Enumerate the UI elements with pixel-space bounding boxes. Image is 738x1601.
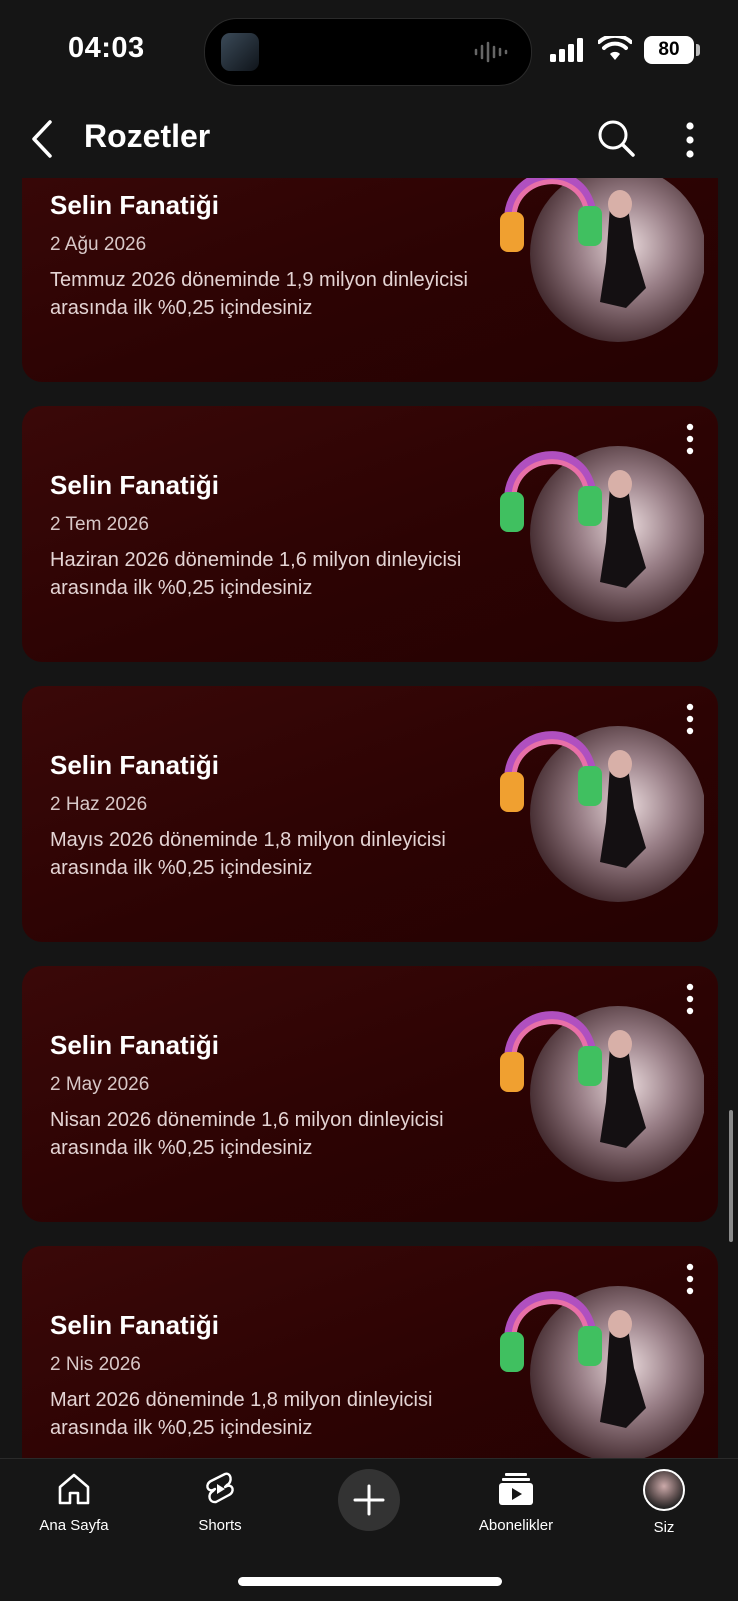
- headphones-badge-icon: [500, 178, 704, 342]
- live-activity-app-icon: [221, 33, 259, 71]
- headphones-badge-icon: [500, 446, 704, 622]
- badge-card[interactable]: Selin Fanatiği 2 Tem 2026 Haziran 2026 d…: [22, 406, 718, 662]
- badge-date: 2 Haz 2026: [50, 794, 148, 815]
- wifi-icon: [598, 36, 632, 60]
- badge-card[interactable]: Selin Fanatiği 2 Ağu 2026 Temmuz 2026 dö…: [22, 178, 718, 382]
- badge-title: Selin Fanatiği: [50, 750, 220, 780]
- nav-you[interactable]: Siz: [604, 1469, 724, 1549]
- headphones-badge-icon: [500, 726, 704, 902]
- home-icon: [58, 1473, 90, 1505]
- badge-description: Nisan 2026 döneminde 1,6 milyon dinleyic…: [50, 1109, 444, 1159]
- nav-shorts[interactable]: Shorts: [160, 1469, 280, 1549]
- badge-date: 2 Tem 2026: [50, 514, 149, 535]
- nav-subscriptions-label: Abonelikler: [478, 1517, 554, 1534]
- nav-subscriptions[interactable]: Abonelikler: [456, 1469, 576, 1549]
- badge-card[interactable]: Selin Fanatiği 2 Haz 2026 Mayıs 2026 dön…: [22, 686, 718, 942]
- badge-description: Mayıs 2026 döneminde 1,8 milyon dinleyic…: [50, 829, 446, 879]
- home-indicator: [238, 1577, 502, 1586]
- nav-home[interactable]: Ana Sayfa: [14, 1469, 134, 1549]
- bottom-navigation: Ana Sayfa Shorts Abonelikler Siz: [0, 1458, 738, 1601]
- search-icon[interactable]: [596, 118, 636, 158]
- status-bar: 04:03 80: [0, 0, 738, 100]
- status-time: 04:03: [68, 32, 145, 64]
- create-button[interactable]: [338, 1469, 400, 1531]
- badge-title: Selin Fanatiği: [50, 190, 220, 220]
- page-title: Rozetler: [84, 118, 211, 154]
- nav-you-label: Siz: [653, 1519, 675, 1536]
- badge-list: Selin Fanatiği 2 Ağu 2026 Temmuz 2026 dö…: [0, 178, 738, 1458]
- plus-icon: [353, 1484, 385, 1516]
- badge-description: Mart 2026 döneminde 1,8 milyon dinleyici…: [50, 1389, 433, 1439]
- battery-tip: [696, 44, 700, 56]
- avatar: [643, 1469, 685, 1511]
- chevron-left-icon[interactable]: [24, 118, 64, 160]
- nav-shorts-label: Shorts: [198, 1517, 242, 1534]
- top-app-bar: Rozetler: [0, 100, 738, 178]
- scrollbar[interactable]: [729, 1110, 733, 1242]
- headphones-badge-icon: [500, 1286, 704, 1458]
- headphones-badge-icon: [500, 1006, 704, 1182]
- badge-description: Temmuz 2026 döneminde 1,9 milyon dinleyi…: [50, 269, 468, 319]
- dynamic-island: [204, 18, 532, 86]
- battery-indicator: 80: [644, 36, 694, 64]
- badge-description: Haziran 2026 döneminde 1,6 milyon dinley…: [50, 549, 462, 599]
- badge-title: Selin Fanatiği: [50, 1310, 220, 1340]
- badge-card[interactable]: Selin Fanatiği 2 May 2026 Nisan 2026 dön…: [22, 966, 718, 1222]
- badge-date: 2 Nis 2026: [50, 1354, 141, 1375]
- subscriptions-icon: [499, 1473, 533, 1505]
- audio-wave-icon: [474, 41, 508, 63]
- badge-title: Selin Fanatiği: [50, 1030, 220, 1060]
- badge-date: 2 May 2026: [50, 1074, 150, 1095]
- badge-card[interactable]: Selin Fanatiği 2 Nis 2026 Mart 2026 döne…: [22, 1246, 718, 1458]
- shorts-icon: [206, 1472, 234, 1504]
- nav-home-label: Ana Sayfa: [39, 1517, 109, 1534]
- cellular-signal-icon: [550, 38, 583, 62]
- badge-title: Selin Fanatiği: [50, 470, 220, 500]
- badge-date: 2 Ağu 2026: [50, 234, 147, 255]
- more-vertical-icon[interactable]: [676, 120, 704, 160]
